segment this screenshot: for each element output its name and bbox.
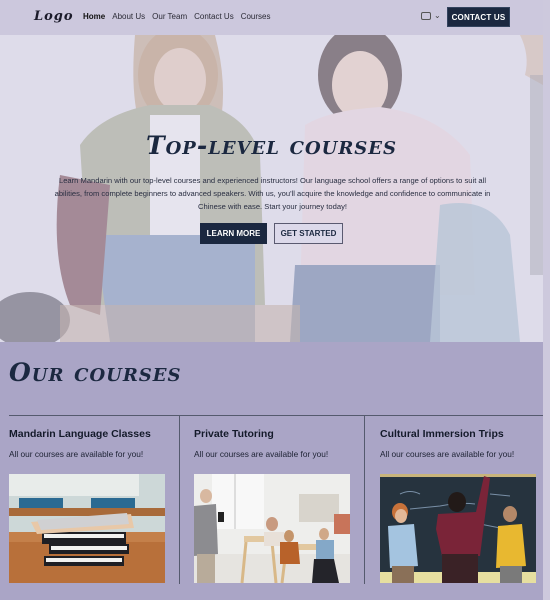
course-title: Private Tutoring — [194, 428, 274, 440]
course-subtitle: All our courses are available for you! — [380, 449, 515, 459]
course-image-books — [9, 474, 165, 583]
course-image-classroom — [194, 474, 350, 583]
flag-icon — [421, 11, 431, 20]
nav-courses[interactable]: Courses — [241, 12, 271, 21]
column-divider — [364, 416, 365, 584]
main-nav: Home About Us Our Team Contact Us Course… — [83, 12, 271, 21]
course-title: Cultural Immersion Trips — [380, 428, 504, 440]
nav-home[interactable]: Home — [83, 12, 105, 21]
hero-description: Learn Mandarin with our top-level course… — [54, 176, 491, 211]
language-selector[interactable]: ⌄ — [421, 11, 441, 20]
nav-about-us[interactable]: About Us — [112, 12, 145, 21]
chevron-down-icon: ⌄ — [434, 11, 441, 20]
nav-our-team[interactable]: Our Team — [152, 12, 187, 21]
course-card[interactable]: Private Tutoring All our courses are ava… — [194, 416, 364, 600]
contact-us-button[interactable]: CONTACT US — [447, 7, 510, 27]
course-image-chalkboard — [380, 474, 536, 583]
get-started-button[interactable]: GET STARTED — [274, 223, 343, 244]
hero-title: Top-level courses — [146, 131, 397, 160]
hero-section: Top-level courses Learn Mandarin with ou… — [0, 35, 543, 342]
scrollbar[interactable] — [543, 0, 550, 600]
learn-more-button[interactable]: LEARN MORE — [200, 223, 267, 244]
nav-contact-us[interactable]: Contact Us — [194, 12, 234, 21]
course-card[interactable]: Cultural Immersion Trips All our courses… — [380, 416, 543, 600]
course-subtitle: All our courses are available for you! — [9, 449, 144, 459]
logo[interactable]: Logo — [34, 9, 74, 24]
course-title: Mandarin Language Classes — [9, 428, 151, 440]
hero-buttons: LEARN MORE GET STARTED — [0, 223, 543, 244]
courses-section-title: Our courses — [9, 358, 182, 387]
course-card[interactable]: Mandarin Language Classes All our course… — [9, 416, 179, 600]
column-divider — [179, 416, 180, 584]
course-subtitle: All our courses are available for you! — [194, 449, 329, 459]
site-header: Logo Home About Us Our Team Contact Us C… — [0, 0, 550, 35]
